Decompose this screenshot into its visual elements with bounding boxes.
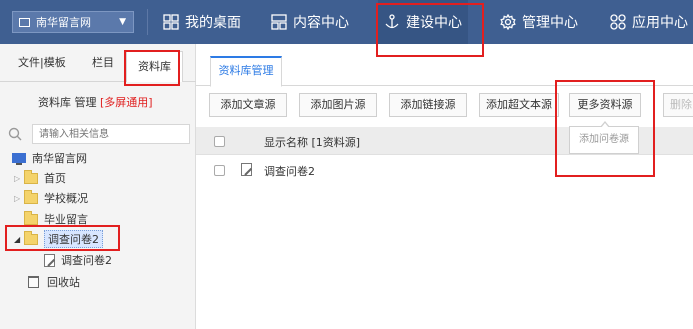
collapse-icon[interactable]: ◢ [14,235,24,244]
nav-my-desktop[interactable]: 我的桌面 [163,0,241,44]
tab-file-template[interactable]: 文件|模板 [18,54,66,70]
main-panel: 资料库管理 添加文章源 添加图片源 添加链接源 添加超文本源 更多资料源 删除 … [196,44,693,329]
nav-label: 建设中心 [406,15,462,31]
more-sources-button[interactable]: 更多资料源 [569,93,641,117]
tree-child-survey[interactable]: 调查问卷2 [44,250,112,270]
anchor-icon [385,14,399,29]
grid-icon [163,14,179,30]
select-all-checkbox[interactable] [214,136,225,147]
top-nav-bar: 南华留言网 ▼ 我的桌面 内容中心 建设中心 管理中心 应用中心 [0,0,693,44]
search-icon[interactable] [8,127,22,141]
recycle-label: 回收站 [47,276,80,289]
search-input[interactable] [32,124,190,144]
main-tabbar: 资料库管理 [196,44,693,87]
apps-icon [610,14,626,30]
row-name[interactable]: 调查问卷2 [264,163,315,179]
folder-icon [24,230,38,245]
nav-divider [147,9,148,35]
site-select-label: 南华留言网 [36,16,91,29]
site-select[interactable]: 南华留言网 ▼ [12,11,134,33]
left-tabs: 文件|模板 栏目 资料库 [0,44,196,82]
row-checkbox[interactable] [214,165,225,176]
tree-item-graduation[interactable]: 毕业留言 [24,209,88,229]
trash-icon [28,276,39,288]
delete-button[interactable]: 删除 [663,93,693,117]
monitor-icon [12,153,26,165]
library-subtitle: 资料库 管理 [多屏通用] [38,94,153,110]
nav-label: 管理中心 [522,15,578,31]
tab-library-manage[interactable]: 资料库管理 [210,56,282,87]
tree-item-label: 学校概况 [44,192,88,205]
multi-screen-tag: [多屏通用] [100,96,153,109]
tree-item-survey[interactable]: ◢ 调查问卷2 [14,229,103,249]
add-article-source-button[interactable]: 添加文章源 [209,93,287,117]
nav-app-center[interactable]: 应用中心 [610,0,688,44]
nav-content-center[interactable]: 内容中心 [271,0,349,44]
gear-icon [500,14,516,30]
folder-icon [24,169,38,184]
library-subtitle-text: 资料库 管理 [38,96,97,109]
expand-icon[interactable]: ▷ [14,174,24,183]
tree-item-label: 调查问卷2 [44,230,103,248]
folder-icon [24,210,38,225]
table-row[interactable]: 调查问卷2 [196,159,693,183]
add-survey-source-menu-item[interactable]: 添加问卷源 [569,121,639,154]
layout-icon [271,14,287,30]
tree-item-home[interactable]: ▷ 首页 [14,168,66,188]
add-hypertext-source-button[interactable]: 添加超文本源 [479,93,559,117]
tree-recycle-bin[interactable]: 回收站 [28,272,80,292]
tab-library[interactable]: 资料库 [126,51,183,82]
add-image-source-button[interactable]: 添加图片源 [299,93,377,117]
site-icon [19,17,30,27]
edit-doc-icon [241,163,252,176]
search-box [8,124,192,144]
tree-item-school[interactable]: ▷ 学校概况 [14,188,88,208]
nav-build-center[interactable]: 建设中心 [378,0,468,44]
add-link-source-button[interactable]: 添加链接源 [389,93,467,117]
tree-item-label: 毕业留言 [44,213,88,226]
tree-root[interactable]: 南华留言网 [12,148,87,168]
tab-column[interactable]: 栏目 [92,54,114,70]
nav-label: 内容中心 [293,15,349,31]
folder-icon [24,189,38,204]
left-panel: 文件|模板 栏目 资料库 资料库 管理 [多屏通用] 南华留言网 ▷ 首页 ▷ … [0,44,196,329]
nav-label: 应用中心 [632,15,688,31]
edit-doc-icon [44,253,55,267]
column-header-name: 显示名称 [1资料源] [264,136,361,149]
expand-icon[interactable]: ▷ [14,194,24,203]
nav-label: 我的桌面 [185,15,241,31]
tree-root-label: 南华留言网 [32,152,87,165]
caret-down-icon: ▼ [119,17,126,27]
nav-manage-center[interactable]: 管理中心 [500,0,578,44]
tree-item-label: 首页 [44,172,66,185]
tree-child-label: 调查问卷2 [61,254,112,267]
